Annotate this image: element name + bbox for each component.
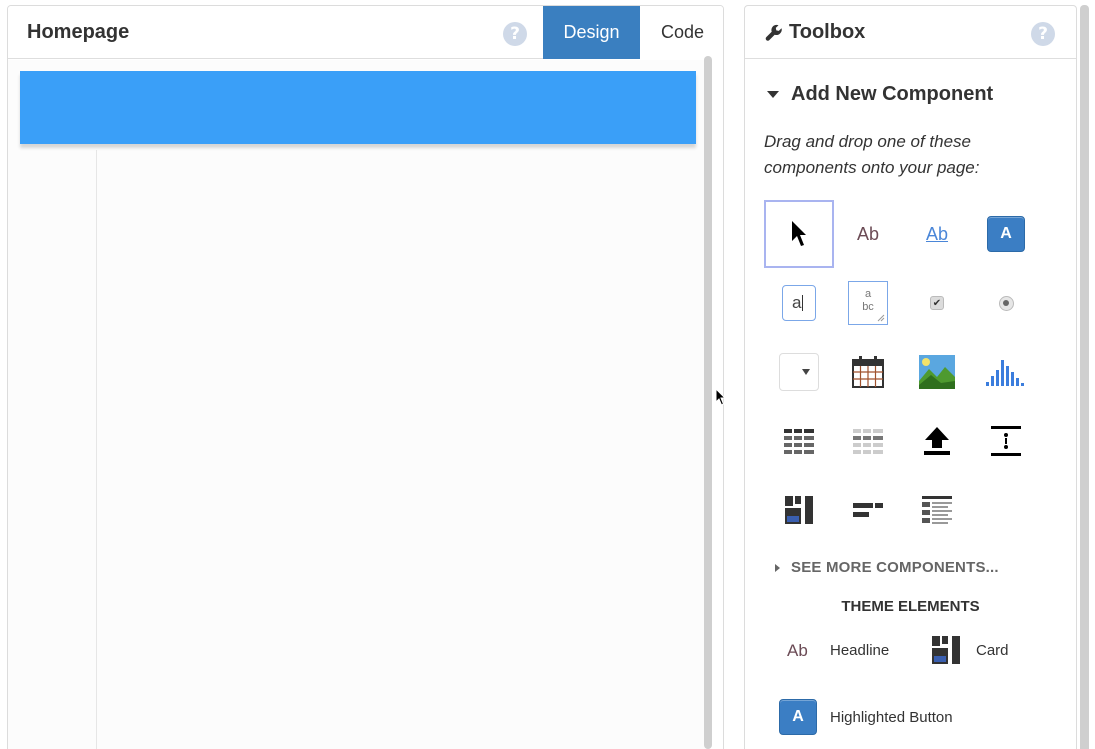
component-label[interactable]: Ab <box>833 200 903 268</box>
component-pointer[interactable] <box>764 200 834 268</box>
link-icon: Ab <box>925 223 949 244</box>
image-icon <box>919 355 955 389</box>
column-divider <box>96 150 97 749</box>
component-calendar[interactable] <box>833 338 903 406</box>
calendar-icon <box>852 356 884 388</box>
file-upload-icon <box>924 427 950 455</box>
checkbox-icon: ✔ <box>930 296 944 310</box>
editor-header: Homepage ? Design Code <box>8 6 723 59</box>
component-list[interactable] <box>902 476 972 544</box>
toolbox-panel: Toolbox ? Add New Component Drag and dro… <box>744 5 1077 749</box>
button-icon: A <box>987 216 1025 252</box>
chart-icon <box>986 360 1024 386</box>
list-icon <box>922 496 952 524</box>
theme-item-headline[interactable]: Ab Headline <box>775 631 915 671</box>
page-title: Homepage <box>27 21 130 43</box>
wrench-icon <box>765 24 782 41</box>
toolbox-scrollbar[interactable] <box>1080 5 1089 749</box>
textbox-icon: a <box>782 285 816 321</box>
theme-item-label: Card <box>976 642 1009 659</box>
theme-elements-heading: THEME ELEMENTS <box>841 598 980 615</box>
component-grid[interactable] <box>833 407 903 475</box>
toolbox-header: Toolbox ? <box>745 6 1076 59</box>
card-layout-icon <box>785 496 813 524</box>
component-link[interactable]: Ab <box>902 200 972 268</box>
dropdown-icon <box>779 353 819 391</box>
component-chart[interactable] <box>971 338 1041 406</box>
textarea-icon: a bc <box>848 281 888 325</box>
caret-right-icon[interactable] <box>775 564 780 572</box>
component-button[interactable]: A <box>971 200 1041 268</box>
editor-panel: Homepage ? Design Code <box>7 5 724 749</box>
theme-item-label: Highlighted Button <box>830 709 953 726</box>
component-image[interactable] <box>902 338 972 406</box>
component-file-upload[interactable] <box>902 407 972 475</box>
spacer-icon <box>991 426 1021 456</box>
component-textarea[interactable]: a bc <box>833 269 903 337</box>
component-spacer[interactable] <box>971 407 1041 475</box>
design-canvas[interactable] <box>8 60 708 749</box>
radio-icon <box>998 295 1014 311</box>
highlighted-button-icon: A <box>779 699 817 735</box>
theme-item-label: Headline <box>830 642 890 659</box>
component-checkbox[interactable]: ✔ <box>902 269 972 337</box>
component-dropdown[interactable] <box>764 338 834 406</box>
grid-icon <box>853 429 883 454</box>
tab-code[interactable]: Code <box>640 6 723 59</box>
component-data-table[interactable] <box>764 407 834 475</box>
tab-design[interactable]: Design <box>543 6 640 59</box>
theme-item-card[interactable]: Card <box>928 631 1068 671</box>
editor-scrollbar[interactable] <box>704 56 712 749</box>
flex-row-icon <box>853 503 883 517</box>
mouse-cursor-icon <box>715 388 727 406</box>
help-icon[interactable]: ? <box>503 22 527 46</box>
add-new-component-heading[interactable]: Add New Component <box>791 83 993 106</box>
component-radio[interactable] <box>971 269 1041 337</box>
toolbox-title: Toolbox <box>789 21 866 43</box>
see-more-components-link[interactable]: SEE MORE COMPONENTS... <box>791 559 999 576</box>
header-banner-component[interactable] <box>20 71 696 144</box>
drag-hint-text: Drag and drop one of these components on… <box>764 132 980 177</box>
component-card-layout[interactable] <box>764 476 834 544</box>
pointer-icon <box>792 221 806 246</box>
caret-down-icon[interactable] <box>767 91 779 98</box>
card-icon <box>932 636 960 664</box>
theme-item-highlighted-button[interactable]: A Highlighted Button <box>775 696 1035 740</box>
component-flex-row[interactable] <box>833 476 903 544</box>
component-textbox[interactable]: a <box>764 269 834 337</box>
data-table-icon <box>784 429 814 454</box>
headline-icon: Ab <box>787 641 808 660</box>
help-icon[interactable]: ? <box>1031 22 1055 46</box>
label-icon: Ab <box>856 223 880 244</box>
